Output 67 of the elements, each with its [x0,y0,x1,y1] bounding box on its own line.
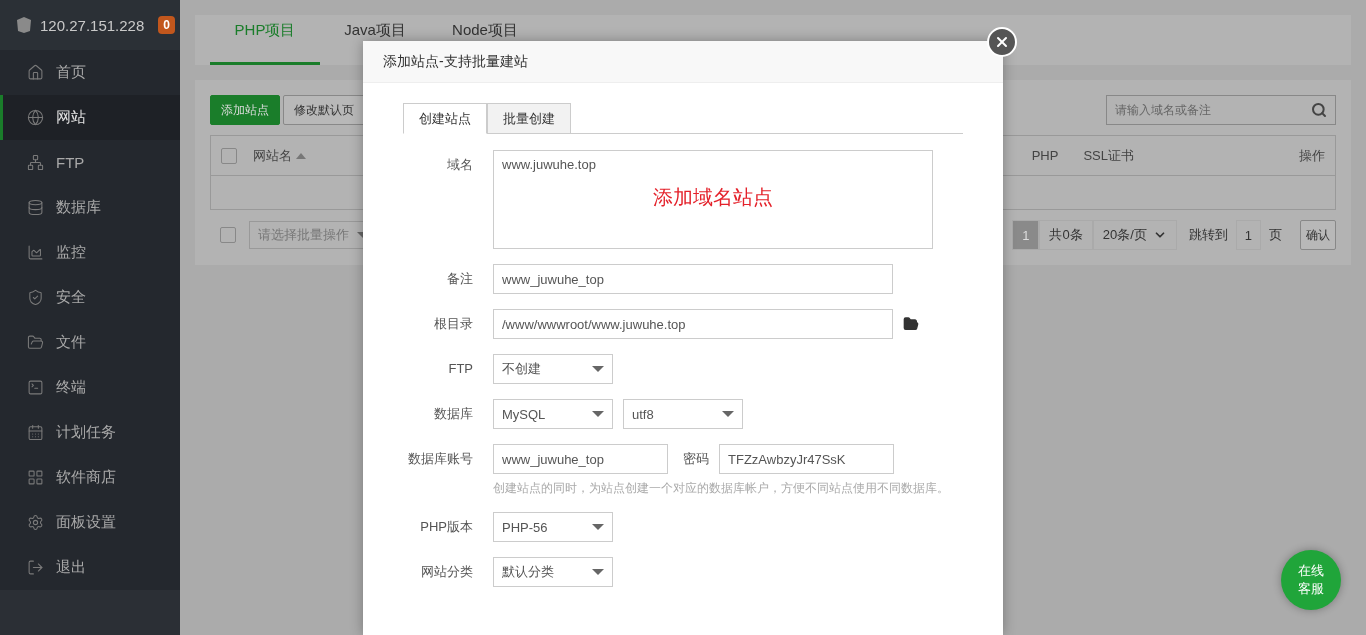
confirm-button[interactable]: 确认 [1300,220,1336,250]
column-header[interactable]: SSL证书 [1083,146,1134,165]
field-label: 数据库 [433,405,473,423]
sidebar-item[interactable]: 网站 [0,95,180,140]
shield-icon [27,289,44,306]
checkbox[interactable] [221,147,237,164]
dialog-tab[interactable]: 创建站点 [403,103,487,134]
settings-icon [27,514,44,531]
toolbar-button[interactable]: 添加站点 [210,95,280,125]
field-label: 数据库账号 [407,450,473,468]
column-header[interactable]: PHP [1031,148,1059,163]
chart-icon [27,244,44,261]
page-size-select[interactable]: 20条/页 [1092,220,1177,250]
field-label: 备注 [446,270,473,288]
sidebar-item[interactable]: 监控 [0,230,180,275]
calendar-icon [27,424,44,441]
select-dropdown[interactable]: 默认分类 [493,557,613,587]
field-label: 网站分类 [420,563,473,581]
network-icon [27,154,44,171]
checkbox[interactable] [220,227,236,243]
page-unit: 页 [1269,226,1282,244]
select-dropdown[interactable]: PHP-56 [493,512,613,542]
field-label: 域名 [446,156,473,174]
notification-badge[interactable]: 0 [158,16,175,34]
field-label: 根目录 [433,315,473,333]
select-dropdown[interactable]: 不创建 [493,354,613,384]
help-text: 创建站点的同时，为站点创建一个对应的数据库帐户，方便不同站点使用不同数据库。 [493,480,949,497]
close-icon [994,34,1010,50]
server-ip: 120.27.151.228 [40,16,145,34]
logout-icon [27,559,44,576]
sidebar-item[interactable]: 软件商店 [0,455,180,500]
account-field[interactable]: www_juwuhe_top [493,444,668,474]
terminal-icon [27,379,44,396]
folder-icon [27,334,44,351]
page-input[interactable]: 1 [1235,220,1261,250]
password-field[interactable]: TFZzAwbzyJr47SsK [719,444,894,474]
field-label: PHP版本 [419,518,473,536]
sidebar-item[interactable]: 终端 [0,365,180,410]
text-field[interactable]: www_juwuhe_top [493,264,893,294]
sidebar-item[interactable]: 面板设置 [0,500,180,545]
grid-icon [27,469,44,486]
database-icon [27,199,44,216]
toolbar-button[interactable]: 修改默认页 [283,95,365,125]
sidebar-item[interactable]: 数据库 [0,185,180,230]
server-icon [16,16,32,34]
jump-label: 跳转到 [1188,226,1228,244]
sidebar-item[interactable]: 计划任务 [0,410,180,455]
globe-icon [27,109,44,126]
total-count: 共0条 [1039,220,1093,250]
column-header[interactable]: 网站名 [253,146,306,165]
field-label: FTP [447,360,473,378]
sidebar-item[interactable]: 首页 [0,50,180,95]
search-icon[interactable] [1311,102,1327,118]
dialog-title: 添加站点-支持批量建站 [363,41,1003,83]
dialog-tab[interactable]: 批量创建 [487,103,571,134]
sidebar-item[interactable]: 退出 [0,545,180,590]
sidebar-item[interactable]: 安全 [0,275,180,320]
select-dropdown[interactable]: MySQL [493,399,613,429]
path-field[interactable]: /www/wwwroot/www.juwuhe.top [493,309,893,339]
sidebar-item[interactable]: FTP [0,140,180,185]
column-header[interactable]: 操作 [1299,146,1325,165]
domain-textarea[interactable]: www.juwuhe.top 添加域名站点 [493,150,933,249]
password-label: 密码 [683,450,709,468]
select-dropdown[interactable]: utf8 [623,399,743,429]
folder-icon[interactable] [903,316,919,332]
sidebar-item[interactable]: 文件 [0,320,180,365]
home-icon [27,64,44,81]
